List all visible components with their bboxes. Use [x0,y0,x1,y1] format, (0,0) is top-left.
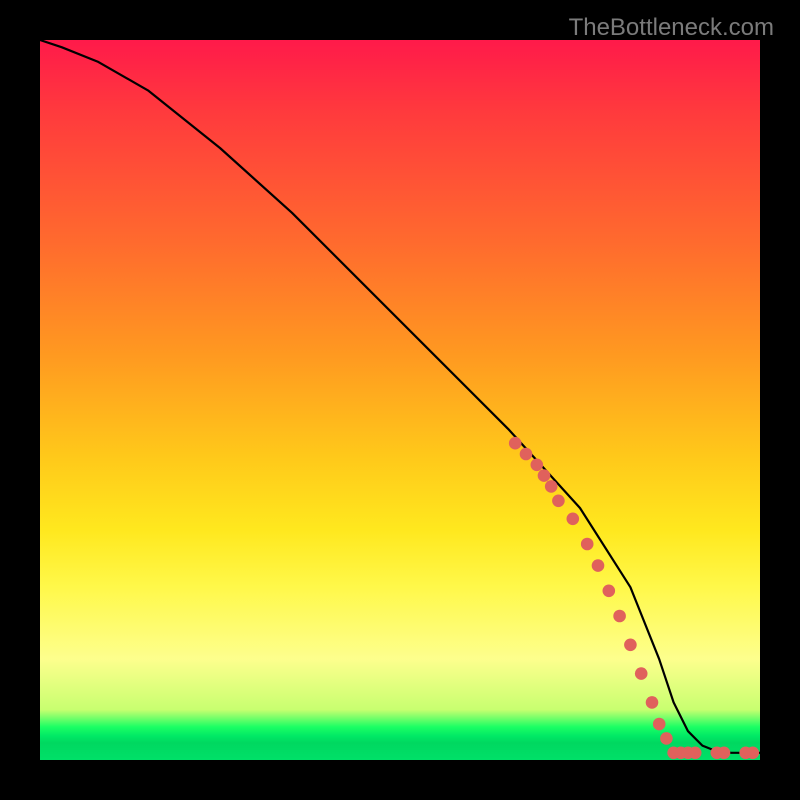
marker-dot [653,718,666,731]
marker-dot [624,639,637,652]
marker-dot [689,747,702,760]
marker-dot [613,610,626,623]
marker-dot [747,747,760,760]
marker-dot [635,667,648,680]
marker-dot [603,585,616,598]
marker-dot [509,437,522,450]
curve-layer [40,40,760,760]
marker-dot [538,469,551,482]
marker-dot [718,747,731,760]
marker-dot [592,559,605,572]
marker-dot [545,480,558,493]
marker-dot [646,696,659,709]
bottleneck-curve [40,40,760,753]
marker-dot [520,448,533,461]
marker-dot [581,538,594,551]
plot-area [40,40,760,760]
chart-frame: TheBottleneck.com [0,0,800,800]
marker-dot [552,495,565,508]
watermark-text: TheBottleneck.com [569,14,774,42]
marker-dot [531,459,544,472]
marker-dot [660,732,673,745]
marker-dot [567,513,580,526]
